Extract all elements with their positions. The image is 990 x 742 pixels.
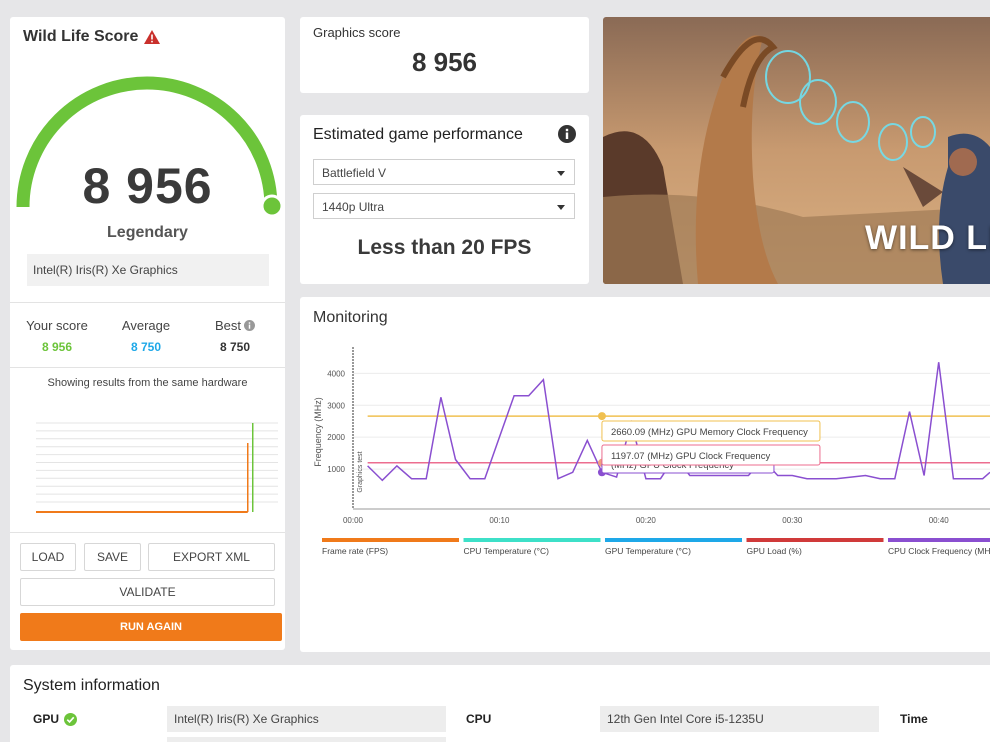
divider [10, 532, 285, 533]
monitoring-chart[interactable]: 1000 2000 3000 4000 Frequency (MHz) Graphics … [300, 337, 990, 612]
wild-life-hero-image: WILD LIFE [603, 17, 990, 284]
y-axis-label: Frequency (MHz) [313, 397, 323, 467]
gpu-value-extra [167, 737, 446, 742]
y-tick-label: 3000 [327, 401, 345, 410]
gpu-label-text: GPU [33, 712, 60, 726]
your-score-value: 8 956 [41, 340, 73, 354]
legend-label: GPU Temperature (°C) [605, 546, 691, 556]
legend-color-bar [746, 538, 884, 542]
your-score-label: Your score [26, 318, 88, 333]
average-score-label: Average [121, 318, 171, 333]
x-tick-label: 00:30 [782, 516, 803, 525]
phase-label: Graphics test [357, 451, 364, 492]
gpu-name-box: Intel(R) Iris(R) Xe Graphics [27, 254, 269, 286]
score-title: Wild Life Score [23, 28, 161, 46]
system-info-card: System information GPU Intel(R) Iris(R) … [10, 665, 990, 742]
y-tick-label: 1000 [327, 465, 345, 474]
graphics-score-label: Graphics score [313, 25, 401, 40]
run-again-button[interactable]: RUN AGAIN [20, 613, 282, 641]
memory-clock-tooltip-text: 2660.09 (MHz) GPU Memory Clock Frequency [611, 427, 808, 438]
memory-clock-cursor-dot [597, 412, 606, 421]
game-performance-title: Estimated game performance [313, 126, 523, 143]
x-tick-label: 00:40 [929, 516, 950, 525]
preset-select-value: 1440p Ultra [322, 200, 385, 214]
score-title-text: Wild Life Score [23, 28, 139, 45]
graphics-score-card: Graphics score 8 956 [300, 17, 589, 93]
y-tick-label: 4000 [327, 369, 345, 378]
load-button[interactable]: LOAD [20, 543, 76, 571]
time-label: Time [900, 712, 928, 726]
best-score-label: Best [190, 318, 280, 333]
check-circle-icon [64, 712, 78, 726]
hardware-note: Showing results from the same hardware [47, 377, 248, 389]
score-card: Wild Life Score 8 956 Legendary Intel(R)… [10, 17, 285, 650]
divider [10, 367, 285, 368]
save-button[interactable]: SAVE [84, 543, 141, 571]
x-tick-label: 00:20 [636, 516, 657, 525]
best-score-block: Best 8 750 [190, 318, 280, 354]
info-icon[interactable] [244, 320, 255, 331]
legend-color-bar [888, 538, 990, 542]
legend-label: GPU Load (%) [747, 546, 802, 556]
info-icon[interactable] [558, 125, 576, 143]
graphics-score-value: 8 956 [411, 47, 478, 77]
gpu-value: Intel(R) Iris(R) Xe Graphics [167, 706, 446, 732]
gpu-label: GPU [33, 712, 78, 726]
average-score-block: Average 8 750 [101, 318, 191, 354]
y-tick-label: 2000 [327, 433, 345, 442]
fps-estimate: Less than 20 FPS [357, 236, 532, 259]
legend-label: Frame rate (FPS) [322, 546, 388, 556]
legend-color-bar [605, 538, 742, 542]
score-distribution-chart: 0250050007500 [36, 422, 278, 513]
game-select[interactable]: Battlefield V [313, 159, 575, 185]
legend-color-bar [322, 538, 459, 542]
validate-button[interactable]: VALIDATE [20, 578, 275, 606]
game-performance-card: Estimated game performance Battlefield V… [300, 115, 589, 284]
average-score-value: 8 750 [130, 340, 162, 354]
monitoring-title: Monitoring [313, 309, 388, 326]
system-info-title: System information [23, 677, 160, 694]
legend-color-bar [463, 538, 601, 542]
chevron-down-icon [557, 205, 565, 210]
preset-select[interactable]: 1440p Ultra [313, 193, 575, 219]
best-score-label-text: Best [214, 318, 241, 333]
x-tick-label: 00:00 [343, 516, 364, 525]
x-tick-label: 00:10 [489, 516, 510, 525]
monitoring-card: Monitoring 1000 2000 3000 4000 Frequency (MH… [300, 297, 990, 652]
export-xml-button[interactable]: EXPORT XML [148, 543, 275, 571]
chevron-down-icon [557, 171, 565, 176]
best-score-value: 8 750 [219, 340, 251, 354]
legend-label: CPU Temperature (°C) [464, 546, 550, 556]
hero-title: WILD LIFE [865, 219, 990, 257]
score-rank: Legendary [107, 224, 188, 241]
gpu-clock-tooltip-text: 1197.07 (MHz) GPU Clock Frequency [611, 451, 771, 462]
memory-clock-tooltip: 2660.09 (MHz) GPU Memory Clock Frequency [601, 420, 821, 442]
game-select-value: Battlefield V [322, 166, 387, 180]
legend-label: CPU Clock Frequency (MHz) [888, 546, 990, 556]
cpu-value: 12th Gen Intel Core i5-1235U [600, 706, 879, 732]
divider [10, 302, 285, 303]
gpu-clock-tooltip: 1197.07 (MHz) GPU Clock Frequency [601, 444, 821, 466]
your-score-block: Your score 8 956 [12, 318, 102, 354]
cpu-label: CPU [466, 712, 492, 726]
warning-icon[interactable] [144, 30, 161, 44]
wild-life-score-value: 8 956 [82, 158, 213, 214]
